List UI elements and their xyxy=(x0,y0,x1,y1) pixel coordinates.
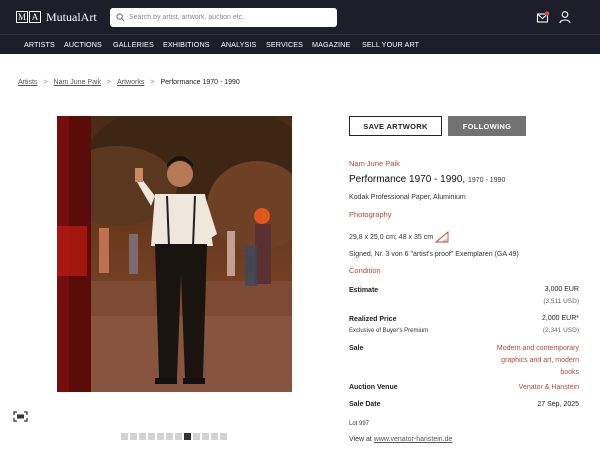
sale-label: Sale xyxy=(349,345,364,352)
nav-magazine[interactable]: MAGAZINE xyxy=(312,40,350,49)
estimate-usd: (3,511 USD) xyxy=(543,298,579,305)
view-at: View at www.venator-hanstein.de xyxy=(349,436,452,443)
messages-icon[interactable] xyxy=(536,10,550,24)
gallery-dot[interactable] xyxy=(139,433,146,440)
nav-auctions[interactable]: AUCTIONS xyxy=(64,40,102,49)
gallery-dot[interactable] xyxy=(121,433,128,440)
user-account-icon[interactable] xyxy=(558,10,572,24)
artwork-inscription: Signed, Nr. 3 von 6 "artist's proof" Exe… xyxy=(349,251,519,258)
gallery-dot[interactable] xyxy=(184,433,191,440)
search-icon xyxy=(116,13,125,22)
logo-letter-m: M xyxy=(16,11,28,23)
auction-venue-link[interactable]: Venator & Hanstein xyxy=(484,382,579,394)
view-at-prefix: View at xyxy=(349,436,372,443)
following-button[interactable]: FOLLOWING xyxy=(448,116,526,136)
main-nav: ARTISTS AUCTIONS GALLERIES EXHIBITIONS A… xyxy=(0,34,600,54)
image-gallery-dots xyxy=(121,433,229,440)
artwork-title-text: Performance 1970 - 1990, xyxy=(349,174,466,185)
dimensions-text: 29,8 x 25,0 cm; 48 x 35 cm xyxy=(349,233,434,241)
gallery-dot[interactable] xyxy=(148,433,155,440)
nav-analysis[interactable]: ANALYSIS xyxy=(221,40,256,49)
breadcrumb: Artists > Nam June Paik > Artworks > Performan… xyxy=(18,79,240,86)
gallery-dot[interactable] xyxy=(157,433,164,440)
sale-date-label: Sale Date xyxy=(349,401,381,408)
breadcrumb-current: Performance 1970 - 1990 xyxy=(160,79,240,86)
breadcrumb-artist[interactable]: Nam June Paik xyxy=(54,79,101,86)
fullscreen-icon[interactable] xyxy=(13,411,28,422)
ruler-triangle-icon[interactable] xyxy=(435,231,449,243)
gallery-dot[interactable] xyxy=(166,433,173,440)
artwork-medium: Kodak Professional Paper, Aluminium xyxy=(349,194,466,201)
logo-letter-a: A xyxy=(29,11,41,23)
nav-artists[interactable]: ARTISTS xyxy=(24,40,55,49)
realized-price-label: Realized Price xyxy=(349,316,397,323)
artwork-title: Performance 1970 - 1990, 1970 - 1990 xyxy=(349,174,505,185)
breadcrumb-artists[interactable]: Artists xyxy=(18,79,37,86)
realized-price-value: 2,000 EUR* xyxy=(542,315,579,322)
auction-house-website-link[interactable]: www.venator-hanstein.de xyxy=(374,436,453,443)
buyers-premium-note: Exclusive of Buyer's Premium xyxy=(349,328,429,334)
auction-venue-label: Auction Venue xyxy=(349,384,398,391)
breadcrumb-artworks[interactable]: Artworks xyxy=(117,79,144,86)
search-input[interactable] xyxy=(129,14,329,21)
estimate-value: 3,000 EUR xyxy=(544,286,579,293)
logo-name: MutualArt xyxy=(46,9,97,24)
artwork-image[interactable] xyxy=(57,116,292,392)
gallery-dot[interactable] xyxy=(202,433,209,440)
estimate-label: Estimate xyxy=(349,287,379,294)
gallery-dot[interactable] xyxy=(130,433,137,440)
save-artwork-button[interactable]: SAVE ARTWORK xyxy=(349,116,442,136)
nav-sell-your-art[interactable]: SELL YOUR ART xyxy=(362,40,419,49)
realized-price-usd: (2,341 USD) xyxy=(542,327,579,334)
lot-number: Lot 997 xyxy=(349,421,370,427)
nav-exhibitions[interactable]: EXHIBITIONS xyxy=(163,40,210,49)
mutualart-logo[interactable]: M A MutualArt xyxy=(16,10,97,24)
sale-link[interactable]: Modern and contemporary graphics and art… xyxy=(484,343,579,379)
category-link[interactable]: Photography xyxy=(349,210,392,219)
gallery-dot[interactable] xyxy=(193,433,200,440)
sale-date-value: 27 Sep, 2025 xyxy=(537,401,579,408)
nav-services[interactable]: SERVICES xyxy=(266,40,303,49)
artwork-dimensions: 29,8 x 25,0 cm; 48 x 35 cm xyxy=(349,231,449,243)
search-bar[interactable] xyxy=(110,8,337,27)
gallery-dot[interactable] xyxy=(175,433,182,440)
gallery-dot[interactable] xyxy=(211,433,218,440)
artist-link[interactable]: Nam June Paik xyxy=(349,159,400,168)
gallery-dot[interactable] xyxy=(220,433,227,440)
nav-galleries[interactable]: GALLERIES xyxy=(113,40,154,49)
artwork-year: 1970 - 1990 xyxy=(467,177,506,184)
top-header: M A MutualArt xyxy=(0,0,600,34)
condition-link[interactable]: Condition xyxy=(349,266,381,275)
